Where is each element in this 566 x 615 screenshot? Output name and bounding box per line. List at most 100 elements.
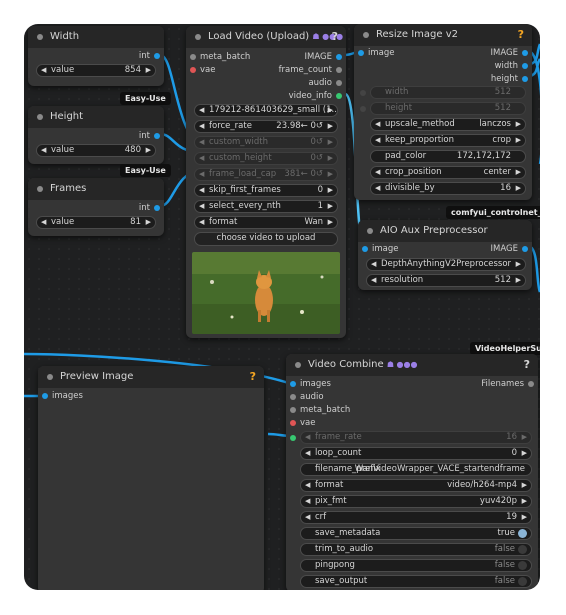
collapse-dot[interactable] <box>363 32 369 38</box>
format-widget[interactable]: ◀ format Wan ▶ <box>194 216 338 229</box>
increment-arrow-icon[interactable]: ▶ <box>516 275 521 286</box>
output-video-info-slot[interactable] <box>336 93 342 99</box>
height-widget[interactable]: height 512 <box>370 102 526 115</box>
input-image-slot[interactable] <box>358 50 364 56</box>
help-icon[interactable]: ? <box>250 366 256 388</box>
input-meta-batch-slot[interactable] <box>290 407 296 413</box>
prev-arrow-icon[interactable]: ◀ <box>375 167 380 178</box>
increment-arrow-icon[interactable]: ▶ <box>328 121 333 132</box>
force-rate-widget[interactable]: ◀ force_rate 23.98← 0↺ ▶ <box>194 120 338 133</box>
divisible-by-widget[interactable]: ◀ divisible_by 16 ▶ <box>370 182 526 195</box>
collapse-dot[interactable] <box>37 34 43 40</box>
upload-video-button[interactable]: choose video to upload <box>194 232 338 246</box>
custom-height-widget[interactable]: ◀ custom_height 0↺ ▶ <box>194 152 338 165</box>
resolution-widget[interactable]: ◀ resolution 512 ▶ <box>366 274 526 287</box>
increment-arrow-icon[interactable]: ▶ <box>328 169 333 180</box>
output-int-slot[interactable] <box>154 133 160 139</box>
increment-arrow-icon[interactable]: ▶ <box>522 512 527 523</box>
loop-count-widget[interactable]: ◀ loop_count 0 ▶ <box>300 447 532 460</box>
video-combine-node-title[interactable]: Video Combine ☗ ●●● ? <box>286 354 538 376</box>
increment-arrow-icon[interactable]: ▶ <box>516 183 521 194</box>
decrement-arrow-icon[interactable]: ◀ <box>199 201 204 212</box>
help-icon[interactable]: ? <box>524 354 530 376</box>
filename-prefix-field[interactable]: filename_prefix WanVideoWrapper_VACE_sta… <box>300 463 532 476</box>
collapse-dot[interactable] <box>195 34 201 40</box>
output-width-slot[interactable] <box>522 63 528 69</box>
next-arrow-icon[interactable]: ▶ <box>522 480 527 491</box>
next-arrow-icon[interactable]: ▶ <box>516 167 521 178</box>
skip-first-frames-widget[interactable]: ◀ skip_first_frames 0 ▶ <box>194 184 338 197</box>
increment-arrow-icon[interactable]: ▶ <box>146 65 151 76</box>
prev-arrow-icon[interactable]: ◀ <box>305 480 310 491</box>
collapse-dot[interactable] <box>37 186 43 192</box>
collapse-dot[interactable] <box>37 114 43 120</box>
value-widget[interactable]: ◀ value 854 ▶ <box>36 64 156 77</box>
decrement-arrow-icon[interactable]: ◀ <box>199 121 204 132</box>
input-frame-rate-slot[interactable] <box>290 435 296 441</box>
output-filenames-slot[interactable] <box>528 381 534 387</box>
increment-arrow-icon[interactable]: ▶ <box>328 153 333 164</box>
aio-node-title[interactable]: AIO Aux Preprocessor <box>358 220 532 242</box>
decrement-arrow-icon[interactable]: ◀ <box>305 432 310 443</box>
input-vae-slot[interactable] <box>290 420 296 426</box>
collapse-dot[interactable] <box>295 362 301 368</box>
format-widget[interactable]: ◀ format video/h264-mp4 ▶ <box>300 479 532 492</box>
decrement-arrow-icon[interactable]: ◀ <box>41 65 46 76</box>
aio-aux-preprocessor-node[interactable]: AIO Aux Preprocessor image IMAGE ◀ Depth… <box>358 220 532 290</box>
preview-image-node-title[interactable]: Preview Image ? <box>38 366 264 388</box>
next-arrow-icon[interactable]: ▶ <box>328 217 333 228</box>
width-node[interactable]: Width int ◀ value 854 ▶ <box>28 26 164 86</box>
video-combine-node[interactable]: Video Combine ☗ ●●● ? images audio meta_… <box>286 354 538 590</box>
frame-load-cap-widget[interactable]: ◀ frame_load_cap 381← 0↺ ▶ <box>194 168 338 181</box>
crop-position-widget[interactable]: ◀ crop_position center ▶ <box>370 166 526 179</box>
pix-fmt-widget[interactable]: ◀ pix_fmt yuv420p ▶ <box>300 495 532 508</box>
decrement-arrow-icon[interactable]: ◀ <box>305 512 310 523</box>
select-every-nth-widget[interactable]: ◀ select_every_nth 1 ▶ <box>194 200 338 213</box>
decrement-arrow-icon[interactable]: ◀ <box>199 137 204 148</box>
decrement-arrow-icon[interactable]: ◀ <box>199 153 204 164</box>
prev-arrow-icon[interactable]: ◀ <box>375 119 380 130</box>
increment-arrow-icon[interactable]: ▶ <box>328 201 333 212</box>
load-video-node[interactable]: Load Video (Upload) ☗ ●●● ? meta_batch v… <box>186 26 346 338</box>
collapse-dot[interactable] <box>47 374 53 380</box>
custom-width-widget[interactable]: ◀ custom_width 0↺ ▶ <box>194 136 338 149</box>
input-audio-slot[interactable] <box>290 394 296 400</box>
output-audio-slot[interactable] <box>336 80 342 86</box>
resize-image-node[interactable]: Resize Image v2 ? image IMAGE width heig… <box>354 24 532 200</box>
decrement-arrow-icon[interactable]: ◀ <box>41 145 46 156</box>
output-frame-count-slot[interactable] <box>336 67 342 73</box>
width-node-title[interactable]: Width <box>28 26 164 48</box>
prev-arrow-icon[interactable]: ◀ <box>199 105 204 116</box>
help-icon[interactable]: ? <box>518 24 524 46</box>
collapse-dot[interactable] <box>367 228 373 234</box>
resize-image-node-title[interactable]: Resize Image v2 ? <box>354 24 532 46</box>
width-widget[interactable]: width 512 <box>370 86 526 99</box>
value-widget[interactable]: ◀ value 480 ▶ <box>36 144 156 157</box>
trim-to-audio-toggle[interactable]: trim_to_audio false <box>300 543 532 556</box>
node-graph-canvas[interactable]: Width int ◀ value 854 ▶ Easy-Use Height … <box>24 24 540 590</box>
preview-image-node[interactable]: Preview Image ? images <box>38 366 264 590</box>
prev-arrow-icon[interactable]: ◀ <box>371 259 376 270</box>
crf-widget[interactable]: ◀ crf 19 ▶ <box>300 511 532 524</box>
height-node-title[interactable]: Height <box>28 106 164 128</box>
next-arrow-icon[interactable]: ▶ <box>328 105 333 116</box>
help-icon[interactable]: ? <box>332 26 338 48</box>
frame-rate-widget[interactable]: ◀ frame_rate 16 ▶ <box>300 431 532 444</box>
increment-arrow-icon[interactable]: ▶ <box>328 185 333 196</box>
prev-arrow-icon[interactable]: ◀ <box>375 135 380 146</box>
decrement-arrow-icon[interactable]: ◀ <box>305 448 310 459</box>
preprocessor-select[interactable]: ◀ DepthAnythingV2Preprocessor ▶ <box>366 258 526 271</box>
increment-arrow-icon[interactable]: ▶ <box>522 432 527 443</box>
increment-arrow-icon[interactable]: ▶ <box>328 137 333 148</box>
load-video-node-title[interactable]: Load Video (Upload) ☗ ●●● ? <box>186 26 346 48</box>
input-images-slot[interactable] <box>42 393 48 399</box>
decrement-arrow-icon[interactable]: ◀ <box>199 169 204 180</box>
output-image-slot[interactable] <box>336 54 342 60</box>
output-int-slot[interactable] <box>154 53 160 59</box>
output-height-slot[interactable] <box>522 76 528 82</box>
video-select[interactable]: ◀ 179212-861403629_small (1... ▶ <box>194 104 338 117</box>
pingpong-toggle[interactable]: pingpong false <box>300 559 532 572</box>
height-node[interactable]: Height int ◀ value 480 ▶ <box>28 106 164 164</box>
decrement-arrow-icon[interactable]: ◀ <box>199 185 204 196</box>
save-output-toggle[interactable]: save_output false <box>300 575 532 588</box>
